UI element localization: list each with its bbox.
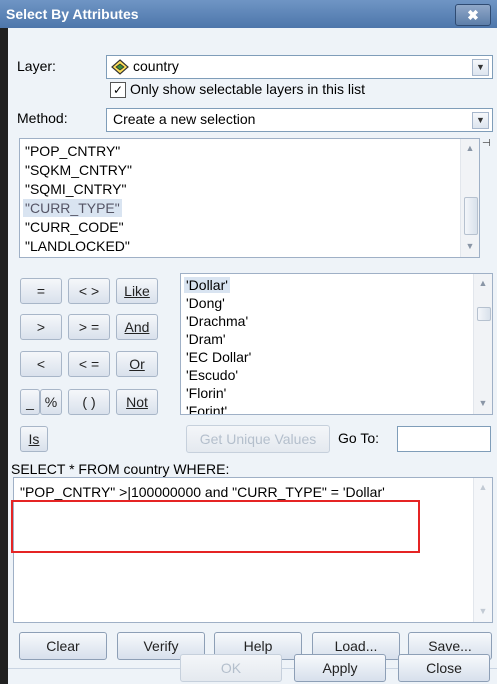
- scroll-up-icon[interactable]: ▲: [477, 278, 489, 290]
- layer-label: Layer:: [17, 58, 56, 74]
- operator-less-button[interactable]: <: [20, 351, 62, 377]
- scroll-up-icon[interactable]: ▲: [477, 482, 489, 494]
- query-label: SELECT * FROM country WHERE:: [11, 461, 230, 477]
- operator-greater-equal-button[interactable]: > =: [68, 314, 110, 340]
- fields-scrollbar[interactable]: ▲ ▼: [460, 139, 479, 257]
- expand-icon[interactable]: ⊣: [482, 138, 492, 149]
- value-item[interactable]: 'Escudo': [186, 367, 238, 383]
- window-title: Select By Attributes: [6, 6, 139, 22]
- method-dropdown[interactable]: Create a new selection ▼: [106, 108, 493, 132]
- value-item-selected[interactable]: 'Dollar': [184, 277, 230, 293]
- apply-button[interactable]: Apply: [294, 654, 386, 682]
- operator-not-equal-button[interactable]: < >: [68, 278, 110, 304]
- query-text: "POP_CNTRY" >|100000000 and "CURR_TYPE" …: [20, 484, 385, 500]
- chevron-down-icon[interactable]: ▼: [472, 59, 489, 76]
- operator-less-equal-button[interactable]: < =: [68, 351, 110, 377]
- scroll-down-icon[interactable]: ▼: [464, 241, 476, 253]
- parentheses-button[interactable]: ( ): [68, 389, 110, 415]
- value-item[interactable]: 'Forint': [186, 403, 227, 414]
- wildcard-percent-button[interactable]: %: [40, 389, 62, 415]
- value-item[interactable]: 'Dram': [186, 331, 226, 347]
- dialog-body: Layer: country ▼ ✓ Only show selectable …: [8, 28, 497, 684]
- get-unique-values-button[interactable]: Get Unique Values: [186, 425, 330, 453]
- ok-button[interactable]: OK: [180, 654, 282, 682]
- query-scrollbar[interactable]: ▲ ▼: [473, 478, 492, 622]
- field-item[interactable]: "SQMI_CNTRY": [25, 181, 126, 197]
- operator-greater-button[interactable]: >: [20, 314, 62, 340]
- value-item[interactable]: 'EC Dollar': [186, 349, 251, 365]
- only-selectable-label: Only show selectable layers in this list: [130, 81, 365, 97]
- method-label: Method:: [17, 110, 68, 126]
- scroll-thumb[interactable]: [477, 307, 491, 321]
- field-item[interactable]: "LANDLOCKED": [25, 238, 130, 254]
- highlight-box: [11, 500, 420, 553]
- field-item-selected[interactable]: "CURR_TYPE": [23, 199, 122, 217]
- operator-like-button[interactable]: Like: [116, 278, 158, 304]
- close-dialog-button[interactable]: Close: [398, 654, 490, 682]
- field-item[interactable]: "CURR_CODE": [25, 219, 124, 235]
- dialog-window: Select By Attributes ✖ Layer: country ▼ …: [0, 0, 497, 684]
- layer-value: country: [133, 58, 179, 74]
- fields-list[interactable]: "POP_CNTRY" "SQKM_CNTRY" "SQMI_CNTRY" "C…: [19, 138, 480, 258]
- operator-is-button[interactable]: Is: [20, 426, 48, 452]
- close-button[interactable]: ✖: [455, 4, 491, 26]
- operator-and-button[interactable]: And: [116, 314, 158, 340]
- field-item[interactable]: "POP_CNTRY": [25, 143, 120, 159]
- window-edge: [0, 28, 8, 684]
- value-item[interactable]: 'Florin': [186, 385, 226, 401]
- only-selectable-checkbox[interactable]: ✓: [110, 82, 126, 98]
- value-item[interactable]: 'Drachma': [186, 313, 248, 329]
- unique-values-list[interactable]: 'Dollar' 'Dong' 'Drachma' 'Dram' 'EC Dol…: [180, 273, 493, 415]
- values-scrollbar[interactable]: ▲ ▼: [473, 274, 492, 414]
- scroll-up-icon[interactable]: ▲: [464, 143, 476, 155]
- scroll-thumb[interactable]: [464, 197, 478, 235]
- operator-not-button[interactable]: Not: [116, 389, 158, 415]
- title-bar[interactable]: Select By Attributes ✖: [0, 0, 497, 28]
- wildcard-underscore-button[interactable]: _: [20, 389, 40, 415]
- layer-dropdown[interactable]: country ▼: [106, 55, 493, 79]
- scroll-down-icon[interactable]: ▼: [477, 398, 489, 410]
- method-value: Create a new selection: [113, 111, 256, 127]
- clear-button[interactable]: Clear: [19, 632, 107, 660]
- scroll-down-icon[interactable]: ▼: [477, 606, 489, 618]
- layer-diamond-icon: [111, 59, 129, 75]
- goto-input[interactable]: [397, 426, 491, 452]
- field-item[interactable]: "SQKM_CNTRY": [25, 162, 132, 178]
- operator-or-button[interactable]: Or: [116, 351, 158, 377]
- goto-label: Go To:: [338, 430, 379, 446]
- operator-equals-button[interactable]: =: [20, 278, 62, 304]
- value-item[interactable]: 'Dong': [186, 295, 225, 311]
- chevron-down-icon[interactable]: ▼: [472, 112, 489, 129]
